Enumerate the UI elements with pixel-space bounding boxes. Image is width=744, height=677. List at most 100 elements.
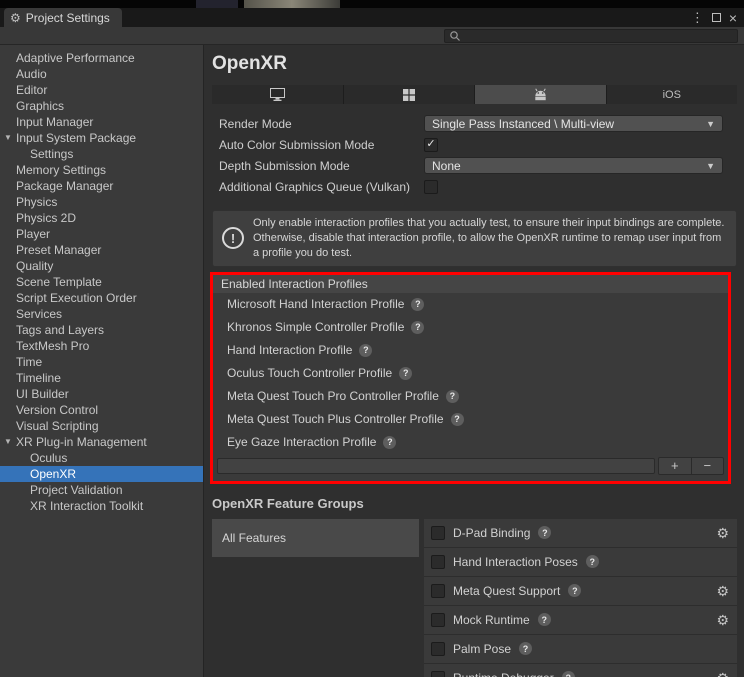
- sidebar-item[interactable]: OpenXR: [0, 466, 203, 482]
- page-title: OpenXR: [212, 53, 287, 74]
- sidebar-item[interactable]: Version Control: [0, 402, 203, 418]
- sidebar-item-label: XR Interaction Toolkit: [30, 499, 144, 513]
- sidebar-item-label: Preset Manager: [16, 243, 102, 257]
- sidebar-item[interactable]: ▼ XR Plug-in Management: [0, 434, 203, 450]
- feature-row[interactable]: Mock Runtime ? ⚙: [424, 605, 737, 635]
- platform-tab-uwp[interactable]: [343, 85, 475, 104]
- tab-project-settings[interactable]: ⚙ Project Settings: [4, 8, 122, 27]
- feature-settings-gear-icon[interactable]: ⚙: [716, 671, 729, 677]
- feature-checkbox[interactable]: [431, 583, 445, 598]
- sidebar-item[interactable]: TextMesh Pro: [0, 338, 203, 354]
- help-icon[interactable]: ?: [359, 343, 373, 357]
- sidebar-item[interactable]: Tags and Layers: [0, 322, 203, 338]
- platform-tab-android[interactable]: [475, 85, 607, 104]
- foldout-arrow-icon[interactable]: ▼: [4, 130, 12, 146]
- sidebar-item[interactable]: Scene Template: [0, 274, 203, 290]
- feature-checkbox[interactable]: [431, 612, 445, 627]
- sidebar-item[interactable]: Editor: [0, 82, 203, 98]
- feature-row[interactable]: D-Pad Binding ? ⚙: [424, 518, 737, 548]
- sidebar-item[interactable]: Physics: [0, 194, 203, 210]
- render-mode-dropdown[interactable]: Single Pass Instanced \ Multi-view ▼: [424, 115, 723, 132]
- setting-label: Render Mode: [219, 116, 292, 131]
- help-icon[interactable]: ?: [411, 320, 425, 334]
- sidebar-item[interactable]: Audio: [0, 66, 203, 82]
- add-profile-button[interactable]: +: [659, 458, 691, 474]
- help-icon[interactable]: ?: [538, 526, 552, 540]
- project-settings-window: ⚙ Project Settings ⋮ × Adaptive Performa…: [0, 8, 744, 677]
- help-icon[interactable]: ?: [399, 366, 413, 380]
- feature-row[interactable]: Palm Pose ?: [424, 634, 737, 664]
- graphics-queue-checkbox[interactable]: ✓: [424, 179, 438, 194]
- feature-row[interactable]: Hand Interaction Poses ?: [424, 547, 737, 577]
- sidebar-item[interactable]: Input Manager: [0, 114, 203, 130]
- interaction-profile-row[interactable]: Microsoft Hand Interaction Profile ?: [213, 293, 728, 316]
- help-icon[interactable]: ?: [519, 642, 533, 656]
- profiles-list-footer: + −: [217, 456, 724, 475]
- sidebar-item[interactable]: Project Validation: [0, 482, 203, 498]
- desktop-background-strip: [0, 0, 744, 8]
- help-icon[interactable]: ?: [561, 671, 575, 677]
- sidebar-item[interactable]: Oculus: [0, 450, 203, 466]
- profile-label: Meta Quest Touch Plus Controller Profile: [227, 412, 444, 427]
- remove-profile-button[interactable]: −: [690, 457, 724, 474]
- sidebar-item[interactable]: ▼ Input System Package: [0, 130, 203, 146]
- sidebar-item[interactable]: Script Execution Order: [0, 290, 203, 306]
- interaction-profile-row[interactable]: Meta Quest Touch Pro Controller Profile …: [213, 385, 728, 408]
- sidebar-item[interactable]: Quality: [0, 258, 203, 274]
- interaction-profile-row[interactable]: Oculus Touch Controller Profile ?: [213, 362, 728, 385]
- window-tabbar: ⚙ Project Settings ⋮ ×: [0, 8, 744, 27]
- search-box[interactable]: [444, 28, 738, 43]
- interaction-profile-row[interactable]: Eye Gaze Interaction Profile ?: [213, 431, 728, 454]
- sidebar-item[interactable]: Preset Manager: [0, 242, 203, 258]
- help-icon[interactable]: ?: [568, 584, 582, 598]
- sidebar-item[interactable]: Physics 2D: [0, 210, 203, 226]
- sidebar-item[interactable]: Time: [0, 354, 203, 370]
- feature-settings-gear-icon[interactable]: ⚙: [716, 526, 729, 540]
- interaction-profile-row[interactable]: Hand Interaction Profile ?: [213, 339, 728, 362]
- platform-tab-desktop[interactable]: [212, 85, 344, 104]
- sidebar-item[interactable]: Services: [0, 306, 203, 322]
- window-controls: ⋮ ×: [691, 8, 744, 27]
- setting-row-graphics-queue: Additional Graphics Queue (Vulkan) ✓: [212, 176, 737, 197]
- maximize-icon[interactable]: [711, 13, 721, 22]
- sidebar-item[interactable]: Settings: [0, 146, 203, 162]
- sidebar-item[interactable]: Package Manager: [0, 178, 203, 194]
- auto-color-checkbox[interactable]: ✓: [424, 137, 438, 152]
- help-icon[interactable]: ?: [450, 412, 464, 426]
- platform-tab-ios[interactable]: iOS: [606, 85, 737, 104]
- foldout-arrow-icon[interactable]: ▼: [4, 434, 12, 450]
- sidebar-item[interactable]: Visual Scripting: [0, 418, 203, 434]
- feature-group-all-features[interactable]: All Features: [212, 518, 419, 557]
- sidebar-item-label: Version Control: [16, 403, 99, 417]
- android-icon: [535, 88, 546, 101]
- platform-tabs: iOS: [212, 85, 737, 104]
- help-icon[interactable]: ?: [537, 613, 551, 627]
- sidebar-item[interactable]: Player: [0, 226, 203, 242]
- feature-checkbox[interactable]: [431, 525, 445, 540]
- feature-settings-gear-icon[interactable]: ⚙: [716, 584, 729, 598]
- interaction-profile-row[interactable]: Khronos Simple Controller Profile ?: [213, 316, 728, 339]
- feature-row[interactable]: Meta Quest Support ? ⚙: [424, 576, 737, 606]
- help-icon[interactable]: ?: [383, 435, 397, 449]
- close-icon[interactable]: ×: [729, 11, 737, 25]
- help-icon[interactable]: ?: [585, 555, 599, 569]
- help-icon[interactable]: ?: [445, 389, 459, 403]
- feature-settings-gear-icon[interactable]: ⚙: [716, 613, 729, 627]
- help-icon[interactable]: ?: [411, 297, 425, 311]
- sidebar-item[interactable]: Graphics: [0, 98, 203, 114]
- feature-checkbox[interactable]: [431, 554, 445, 569]
- feature-checkbox[interactable]: [431, 641, 445, 656]
- feature-checkbox[interactable]: [431, 670, 445, 677]
- sidebar-item-label: Graphics: [16, 99, 65, 113]
- sidebar-item[interactable]: Adaptive Performance: [0, 50, 203, 66]
- sidebar-item[interactable]: Timeline: [0, 370, 203, 386]
- sidebar-item[interactable]: XR Interaction Toolkit: [0, 498, 203, 514]
- sidebar-item[interactable]: UI Builder: [0, 386, 203, 402]
- window-menu-icon[interactable]: ⋮: [691, 10, 704, 26]
- interaction-profile-row[interactable]: Meta Quest Touch Plus Controller Profile…: [213, 408, 728, 431]
- features-list: D-Pad Binding ? ⚙ Hand Interaction Poses…: [424, 518, 737, 677]
- depth-submission-dropdown[interactable]: None ▼: [424, 157, 723, 174]
- sidebar-item[interactable]: Memory Settings: [0, 162, 203, 178]
- feature-row[interactable]: Runtime Debugger ? ⚙: [424, 663, 737, 677]
- search-input[interactable]: [465, 29, 733, 42]
